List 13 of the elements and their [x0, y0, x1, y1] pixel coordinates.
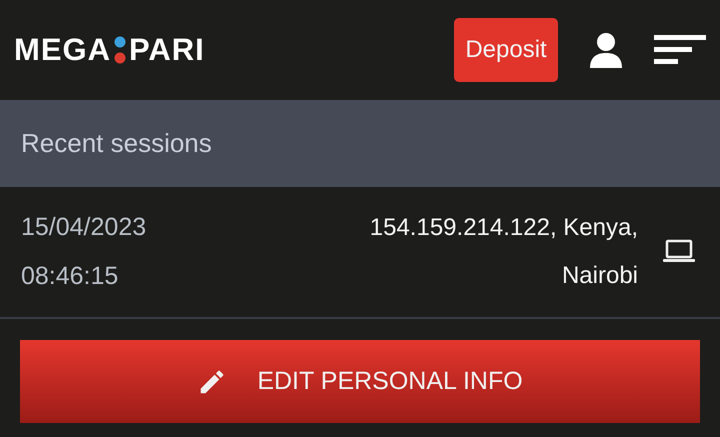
session-location: 154.159.214.122, Kenya, — [370, 213, 638, 243]
session-time: 08:46:15 — [21, 261, 120, 292]
session-location: Nairobi — [562, 261, 638, 291]
logo-text: PARI — [129, 30, 205, 69]
menu-icon[interactable] — [654, 35, 706, 65]
session-date: 15/04/2023 — [21, 212, 146, 242]
logo-text: MEGA — [14, 30, 111, 69]
laptop-icon — [662, 239, 696, 265]
edit-personal-info-button[interactable]: EDIT PERSONAL INFO — [20, 340, 700, 423]
logo-dots-icon — [113, 35, 127, 65]
user-icon[interactable] — [588, 32, 624, 68]
section-title: Recent sessions — [21, 127, 212, 160]
deposit-button[interactable]: Deposit — [454, 18, 558, 82]
